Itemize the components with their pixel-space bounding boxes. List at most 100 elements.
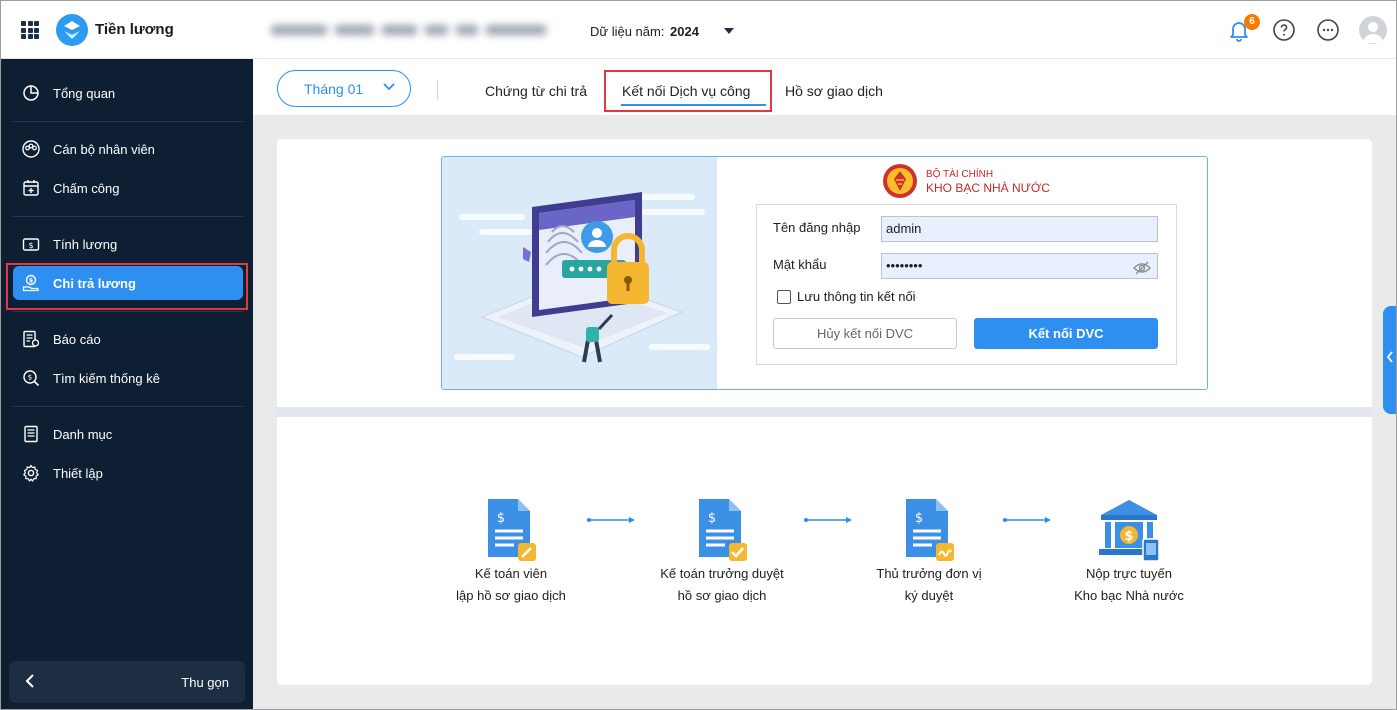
workflow-step-accountant: $ Kế toán viên lập hồ sơ giao dịch (431, 497, 591, 607)
sidebar-item-catalog[interactable]: Danh mục (13, 417, 243, 451)
sidebar-item-label: Thiết lập (53, 465, 103, 481)
username-label: Tên đăng nhập (773, 220, 861, 235)
sidebar-item-label: Tìm kiếm thống kê (53, 370, 160, 386)
chevron-down-icon[interactable] (724, 28, 734, 34)
chevron-left-icon (25, 674, 35, 693)
sidebar-item-payroll[interactable]: $ Tính lương (13, 227, 243, 261)
gear-icon (21, 463, 41, 483)
step-line-2: hồ sơ giao dịch (677, 588, 767, 603)
catalog-icon (21, 424, 41, 444)
month-select[interactable]: Tháng 01 (277, 70, 411, 107)
sidebar: Tổng quan Cán bộ nhân viên Chấm công $ T… (1, 59, 253, 709)
sidebar-item-label: Cán bộ nhân viên (53, 141, 155, 157)
sidebar-item-employees[interactable]: Cán bộ nhân viên (13, 132, 243, 166)
notification-badge: 6 (1244, 14, 1260, 30)
disconnect-dvc-button[interactable]: Hủy kết nối DVC (773, 318, 957, 349)
sidebar-item-label: Báo cáo (53, 331, 101, 347)
pie-chart-icon (21, 83, 41, 103)
app-frame: Tiền lương Dữ liệu năm: 2024 6 Tổng quan (0, 0, 1397, 710)
top-bar: Tiền lương Dữ liệu năm: 2024 6 (1, 1, 1396, 59)
sidebar-item-overview[interactable]: Tổng quan (13, 76, 243, 110)
document-check-icon: $ (699, 499, 747, 561)
treasury-name: KHO BẠC NHÀ NƯỚC (926, 181, 1050, 195)
document-sign-icon: $ (906, 499, 954, 561)
sub-header: Tháng 01 Chứng từ chi trả Kết nối Dịch v… (253, 59, 1396, 115)
sidebar-item-label: Tổng quan (53, 85, 116, 101)
divider (13, 121, 243, 122)
workflow-step-head-of-unit: $ Thủ trưởng đơn vị ký duyệt (849, 497, 1009, 607)
step-line-2: Kho bạc Nhà nước (1074, 588, 1184, 603)
divider (13, 311, 243, 312)
treasury-bank-icon: $ (1099, 500, 1160, 562)
svg-text:$: $ (1124, 529, 1133, 544)
arrow-right-icon (1003, 517, 1051, 523)
svg-text:$: $ (708, 511, 716, 526)
step-line-1: Thủ trưởng đơn vị (876, 566, 982, 581)
users-icon (21, 139, 41, 159)
step-line-1: Kế toán viên (474, 566, 548, 581)
section-divider (277, 407, 1372, 417)
username-field[interactable]: admin (881, 216, 1158, 242)
search-stats-icon: $ (21, 368, 41, 388)
sidebar-item-label: Danh mục (53, 426, 113, 442)
report-icon (21, 329, 41, 349)
main-content: Tháng 01 Chứng từ chi trả Kết nối Dịch v… (253, 59, 1396, 709)
annotation-highlight-box (604, 70, 772, 112)
step-line-2: ký duyệt (904, 588, 954, 603)
remember-checkbox[interactable] (777, 290, 791, 304)
app-grid-icon[interactable] (21, 21, 39, 39)
content-card: BỘ TÀI CHÍNH KHO BẠC NHÀ NƯỚC Tên đăng n… (277, 139, 1372, 685)
step-line-1: Kế toán trưởng duyệt (660, 566, 784, 581)
ministry-name: BỘ TÀI CHÍNH (926, 169, 994, 180)
salary-calc-icon: $ (21, 234, 41, 254)
organization-name-blurred (271, 22, 546, 38)
svg-text:$: $ (28, 374, 32, 382)
app-logo (56, 14, 88, 46)
workflow-step-submit-treasury: $ Nộp trực tuyến Kho bạc Nhà nước (1049, 497, 1209, 607)
chevron-down-icon (382, 79, 396, 96)
arrow-right-icon (804, 517, 852, 523)
annotation-highlight-box (6, 263, 248, 310)
month-value: Tháng 01 (304, 81, 364, 97)
remember-label[interactable]: Lưu thông tin kết nối (797, 289, 916, 304)
chevron-left-icon (1386, 351, 1394, 366)
eye-off-icon[interactable] (1133, 259, 1151, 275)
svg-text:$: $ (915, 511, 923, 526)
divider (13, 216, 243, 217)
sidebar-item-reports[interactable]: Báo cáo (13, 322, 243, 356)
expand-side-panel-button[interactable] (1383, 306, 1396, 414)
help-icon[interactable] (1272, 18, 1296, 42)
tab-payment-vouchers[interactable]: Chứng từ chi trả (485, 83, 587, 99)
svg-text:$: $ (497, 511, 505, 526)
password-label: Mật khẩu (773, 257, 827, 272)
password-value: •••••••• (886, 258, 923, 273)
password-field[interactable]: •••••••• (881, 253, 1158, 279)
collapse-label: Thu gọn (181, 675, 229, 690)
workflow-step-chief-accountant: $ Kế toán trưởng duyệt hồ sơ giao dịch (642, 497, 802, 607)
state-treasury-logo (882, 163, 918, 199)
security-illustration (442, 157, 717, 389)
sidebar-item-timekeeping[interactable]: Chấm công (13, 171, 243, 205)
sidebar-item-settings[interactable]: Thiết lập (13, 456, 243, 490)
sidebar-item-search-stats[interactable]: $ Tìm kiếm thống kê (13, 361, 243, 395)
svg-text:$: $ (28, 241, 33, 250)
calendar-icon (21, 178, 41, 198)
tab-transaction-records[interactable]: Hồ sơ giao dịch (785, 83, 883, 99)
arrow-right-icon (587, 517, 635, 523)
divider (13, 406, 243, 407)
connect-dvc-button[interactable]: Kết nối DVC (974, 318, 1158, 349)
sidebar-item-label: Chấm công (53, 180, 120, 196)
step-line-1: Nộp trực tuyến (1085, 566, 1173, 581)
app-title: Tiền lương (95, 21, 174, 38)
collapse-sidebar-button[interactable]: Thu gọn (9, 661, 245, 703)
document-edit-icon: $ (488, 499, 536, 561)
login-form: Tên đăng nhập admin Mật khẩu •••••••• Lư… (756, 204, 1177, 365)
step-line-2: lập hồ sơ giao dịch (456, 588, 566, 603)
sidebar-item-label: Tính lương (53, 236, 118, 252)
year-select[interactable]: 2024 (670, 24, 699, 39)
avatar[interactable] (1359, 16, 1387, 44)
dvc-login-panel: BỘ TÀI CHÍNH KHO BẠC NHÀ NƯỚC Tên đăng n… (441, 156, 1208, 390)
divider (437, 80, 438, 100)
more-options-icon[interactable] (1316, 18, 1340, 42)
year-label: Dữ liệu năm: (590, 24, 665, 39)
